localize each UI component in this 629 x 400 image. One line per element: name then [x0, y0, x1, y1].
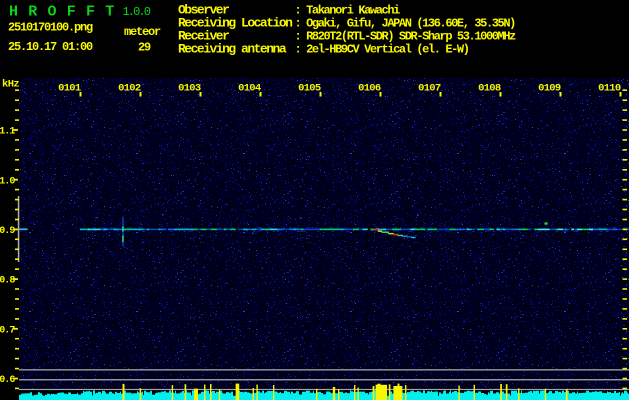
- svg-text:T: T: [105, 4, 114, 21]
- svg-text:: 2el-HB9CV Vertical (el. E-W): : 2el-HB9CV Vertical (el. E-W): [295, 42, 469, 56]
- svg-text:Receiving antenna: Receiving antenna: [178, 41, 287, 56]
- svg-text:2510170100.png: 2510170100.png: [8, 21, 93, 35]
- svg-text:0104: 0104: [238, 83, 261, 95]
- svg-text:0.8: 0.8: [0, 276, 15, 287]
- svg-text:H: H: [9, 4, 18, 21]
- svg-text:: R820T2(RTL-SDR) SDR-Sharp 53: : R820T2(RTL-SDR) SDR-Sharp 53.1000MHz: [295, 29, 517, 43]
- svg-text:0101: 0101: [58, 83, 81, 95]
- svg-text:F: F: [67, 4, 76, 21]
- svg-text:0.7: 0.7: [0, 325, 15, 336]
- svg-text:kHz: kHz: [2, 79, 19, 91]
- svg-text:0.9: 0.9: [0, 226, 15, 237]
- svg-text:0107: 0107: [418, 83, 441, 95]
- svg-text:1.1: 1.1: [0, 127, 15, 138]
- svg-text:meteor: meteor: [124, 25, 161, 39]
- svg-text:0110: 0110: [598, 83, 621, 95]
- svg-text:: Ogaki, Gifu, JAPAN (136.60E,: : Ogaki, Gifu, JAPAN (136.60E, 35.35N): [295, 16, 516, 30]
- svg-text:F: F: [86, 4, 95, 21]
- svg-text:0102: 0102: [118, 83, 141, 95]
- svg-text:1.0.0: 1.0.0: [123, 5, 151, 19]
- svg-text:0108: 0108: [478, 83, 501, 95]
- svg-text:0109: 0109: [538, 83, 561, 95]
- svg-text:R: R: [28, 4, 37, 21]
- svg-text:0103: 0103: [178, 83, 201, 95]
- svg-text:1.0: 1.0: [0, 176, 15, 187]
- svg-text:29: 29: [138, 41, 151, 55]
- svg-text:0106: 0106: [358, 83, 381, 95]
- svg-text:O: O: [48, 4, 57, 21]
- svg-text:: Takanori Kawachi: : Takanori Kawachi: [295, 3, 401, 17]
- svg-text:0.6: 0.6: [0, 375, 15, 386]
- svg-text:0105: 0105: [298, 83, 321, 95]
- svg-text:25.10.17 01:00: 25.10.17 01:00: [8, 40, 93, 54]
